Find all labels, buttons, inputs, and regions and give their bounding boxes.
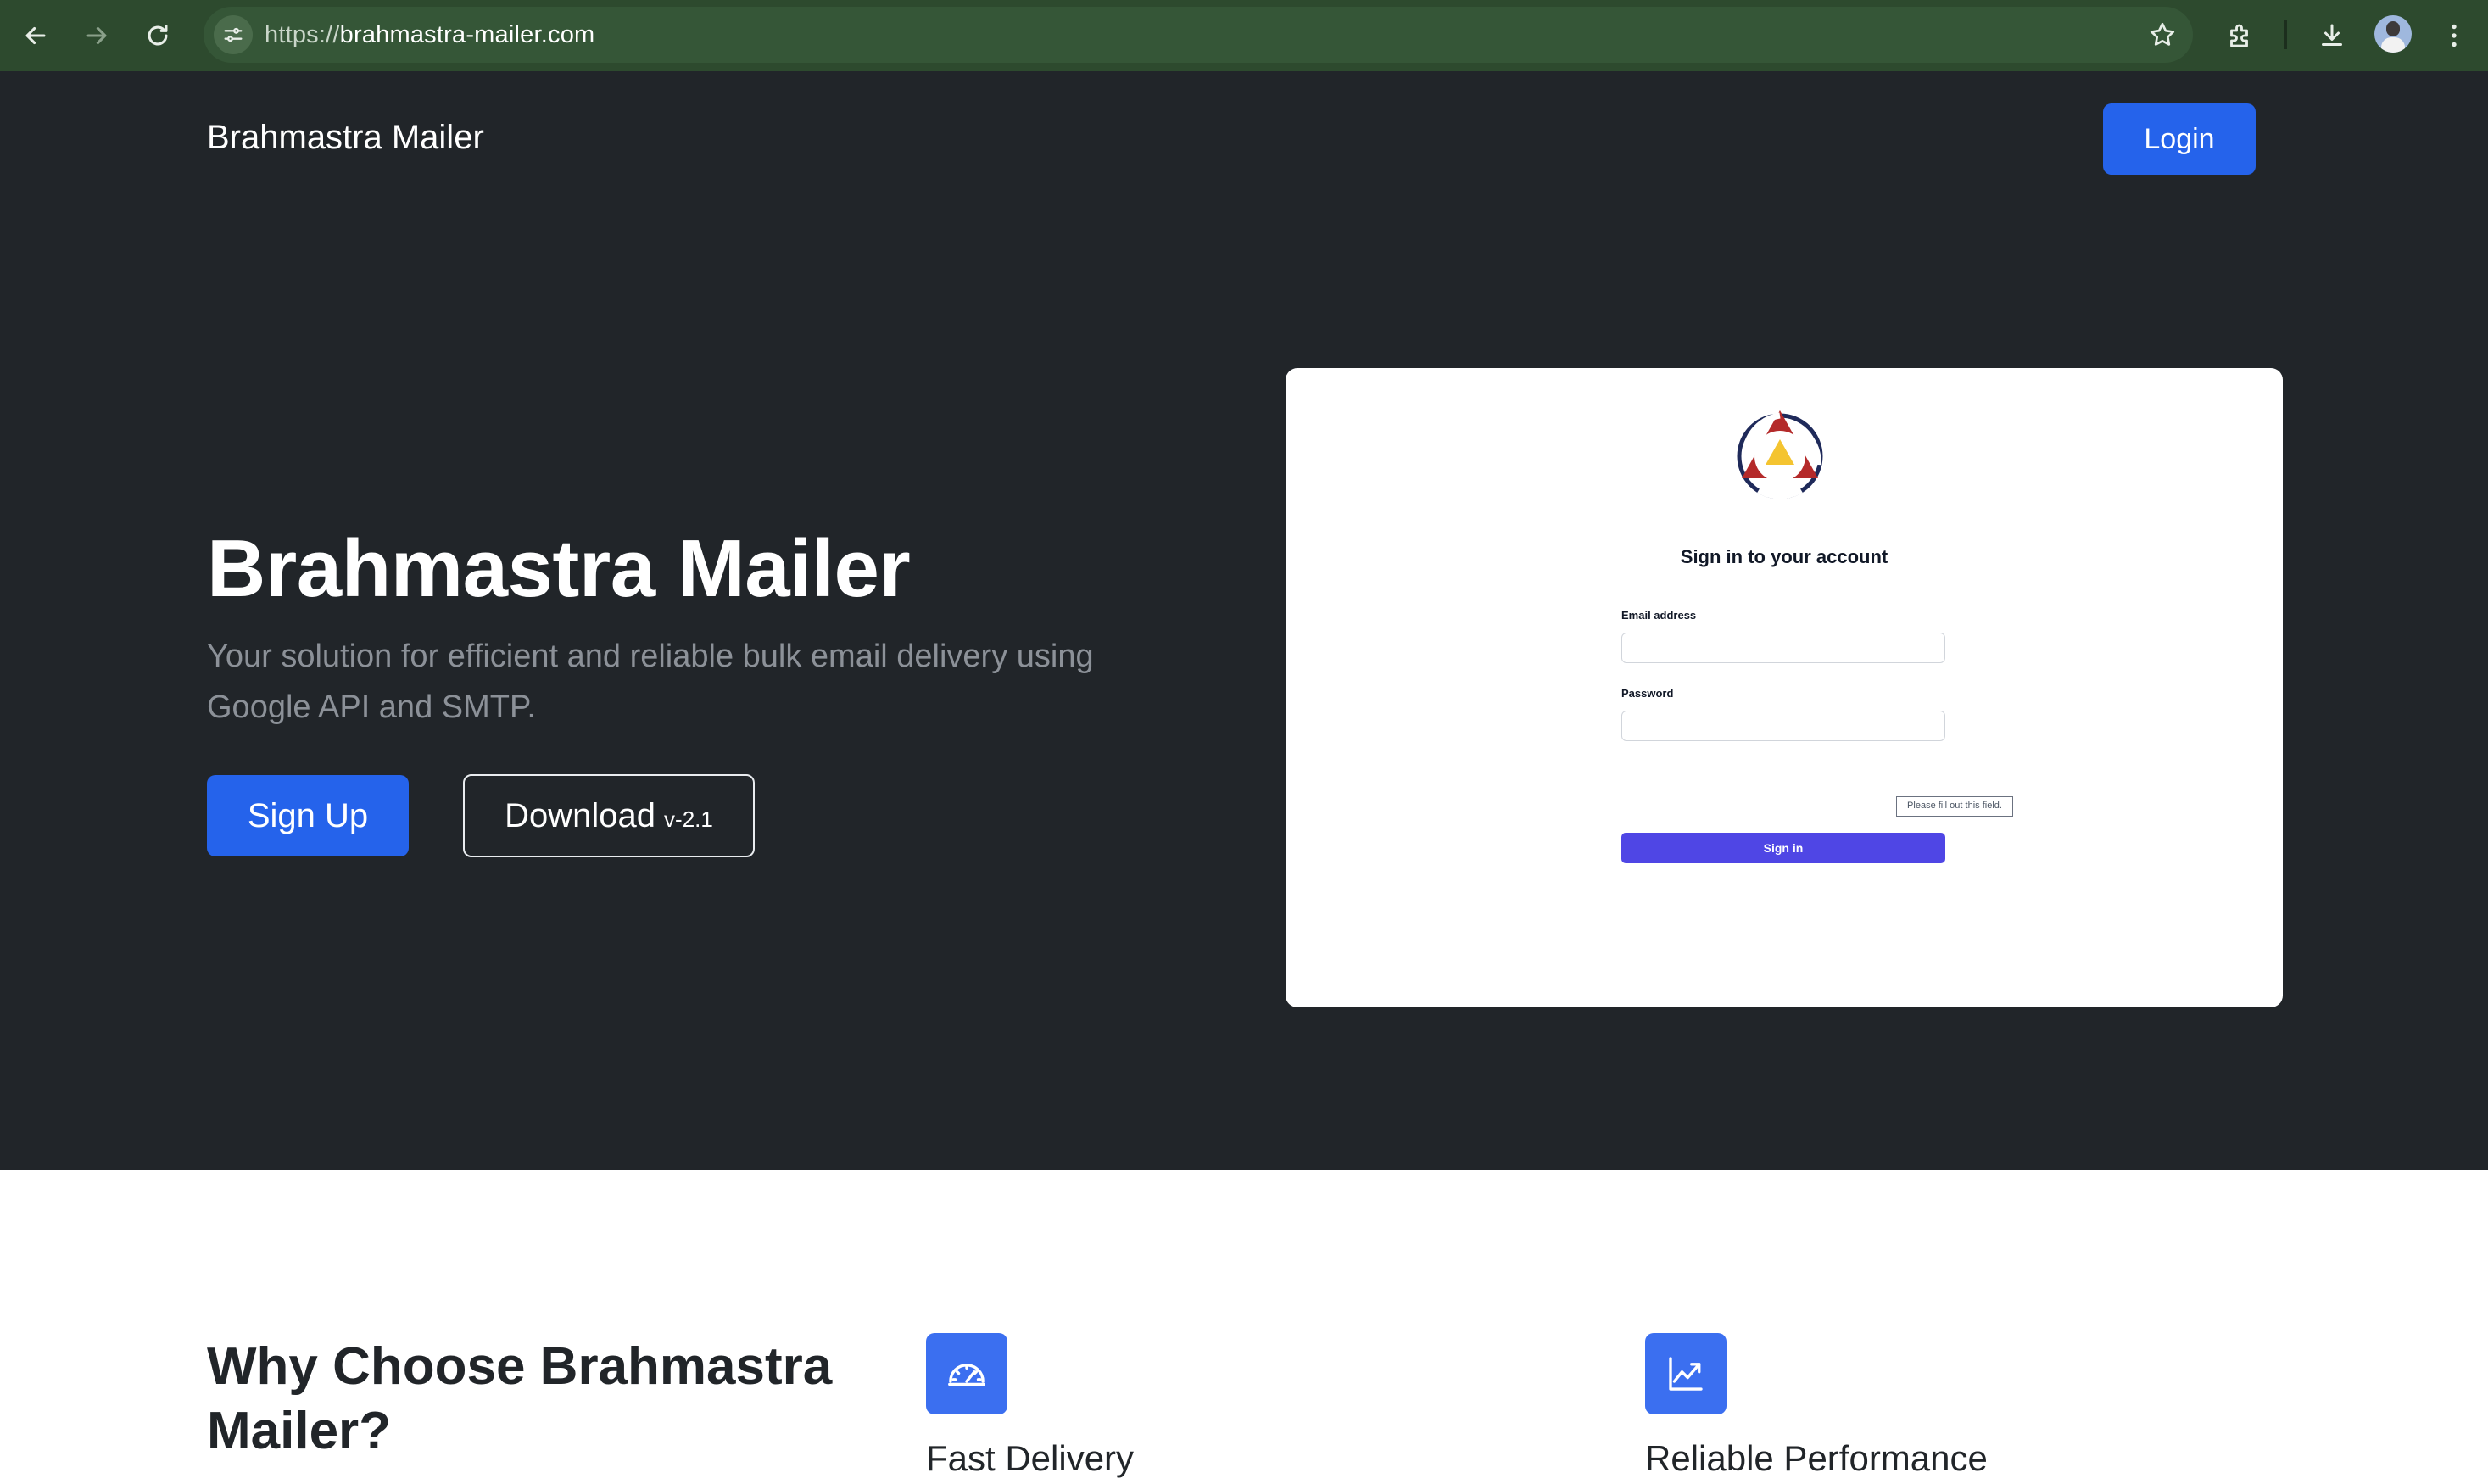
hero-title: Brahmastra Mailer [207, 523, 911, 614]
forward-button[interactable] [76, 15, 117, 56]
preview-title: Sign in to your account [1680, 546, 1888, 567]
feature-title-reliable-performance: Reliable Performance [1645, 1438, 1988, 1478]
brahmastra-logo-icon [1737, 410, 1823, 499]
arrow-left-icon [25, 26, 46, 45]
hero-subtitle: Your solution for efficient and reliable… [207, 639, 1094, 725]
sign-up-button[interactable]: Sign Up [207, 775, 409, 856]
browser-toolbar: https://brahmastra-mailer.com [0, 0, 2488, 71]
preview-sign-in-button: Sign in [1621, 833, 1945, 863]
navbar-brand[interactable]: Brahmastra Mailer [207, 119, 484, 157]
features-heading: Why Choose Brahmastra Mailer? [207, 1337, 833, 1460]
arrow-right-icon [86, 26, 107, 45]
url-scheme: https:// [265, 21, 340, 48]
download-label: Download [505, 796, 656, 834]
tune-icon [224, 27, 243, 42]
kebab-menu-icon [2452, 24, 2457, 47]
url-text: https://brahmastra-mailer.com [265, 21, 594, 49]
puzzle-icon [2230, 24, 2248, 47]
downloads-button[interactable] [2312, 15, 2352, 56]
url-host: brahmastra-mailer.com [339, 21, 595, 48]
extensions-button[interactable] [2220, 15, 2261, 56]
profile-avatar[interactable] [2374, 15, 2412, 53]
preview-password-label: Password [1621, 687, 1674, 700]
browser-menu-button[interactable] [2434, 15, 2474, 56]
download-version: v-2.1 [664, 806, 713, 832]
toolbar-divider [2284, 20, 2287, 49]
feature-title-fast-delivery: Fast Delivery [926, 1438, 1135, 1478]
login-button[interactable]: Login [2103, 103, 2256, 175]
features-section: Why Choose Brahmastra Mailer? Fast Deliv… [0, 1170, 2488, 1484]
avatar-body [2381, 37, 2405, 53]
avatar-head [2386, 21, 2400, 36]
star-icon[interactable] [2147, 20, 2178, 50]
download-button[interactable]: Download v-2.1 [463, 774, 755, 857]
preview-validation-tooltip: Please fill out this field. [1896, 796, 2013, 817]
preview-email-label: Email address [1621, 609, 1697, 622]
reload-button[interactable] [137, 15, 178, 56]
preview-password-field [1621, 711, 1945, 741]
address-bar[interactable]: https://brahmastra-mailer.com [204, 7, 2193, 63]
speedometer-icon [926, 1333, 1007, 1414]
preview-email-field [1621, 633, 1945, 663]
app-preview-screenshot: Sign in to your account Email address Pa… [1286, 368, 2283, 1007]
hero-section: Brahmastra Mailer Login Brahmastra Maile… [0, 71, 2488, 1170]
download-icon [2322, 24, 2342, 46]
site-info-button[interactable] [214, 15, 253, 54]
reload-icon [148, 25, 168, 46]
back-button[interactable] [15, 15, 56, 56]
line-chart-icon [1645, 1333, 1727, 1414]
